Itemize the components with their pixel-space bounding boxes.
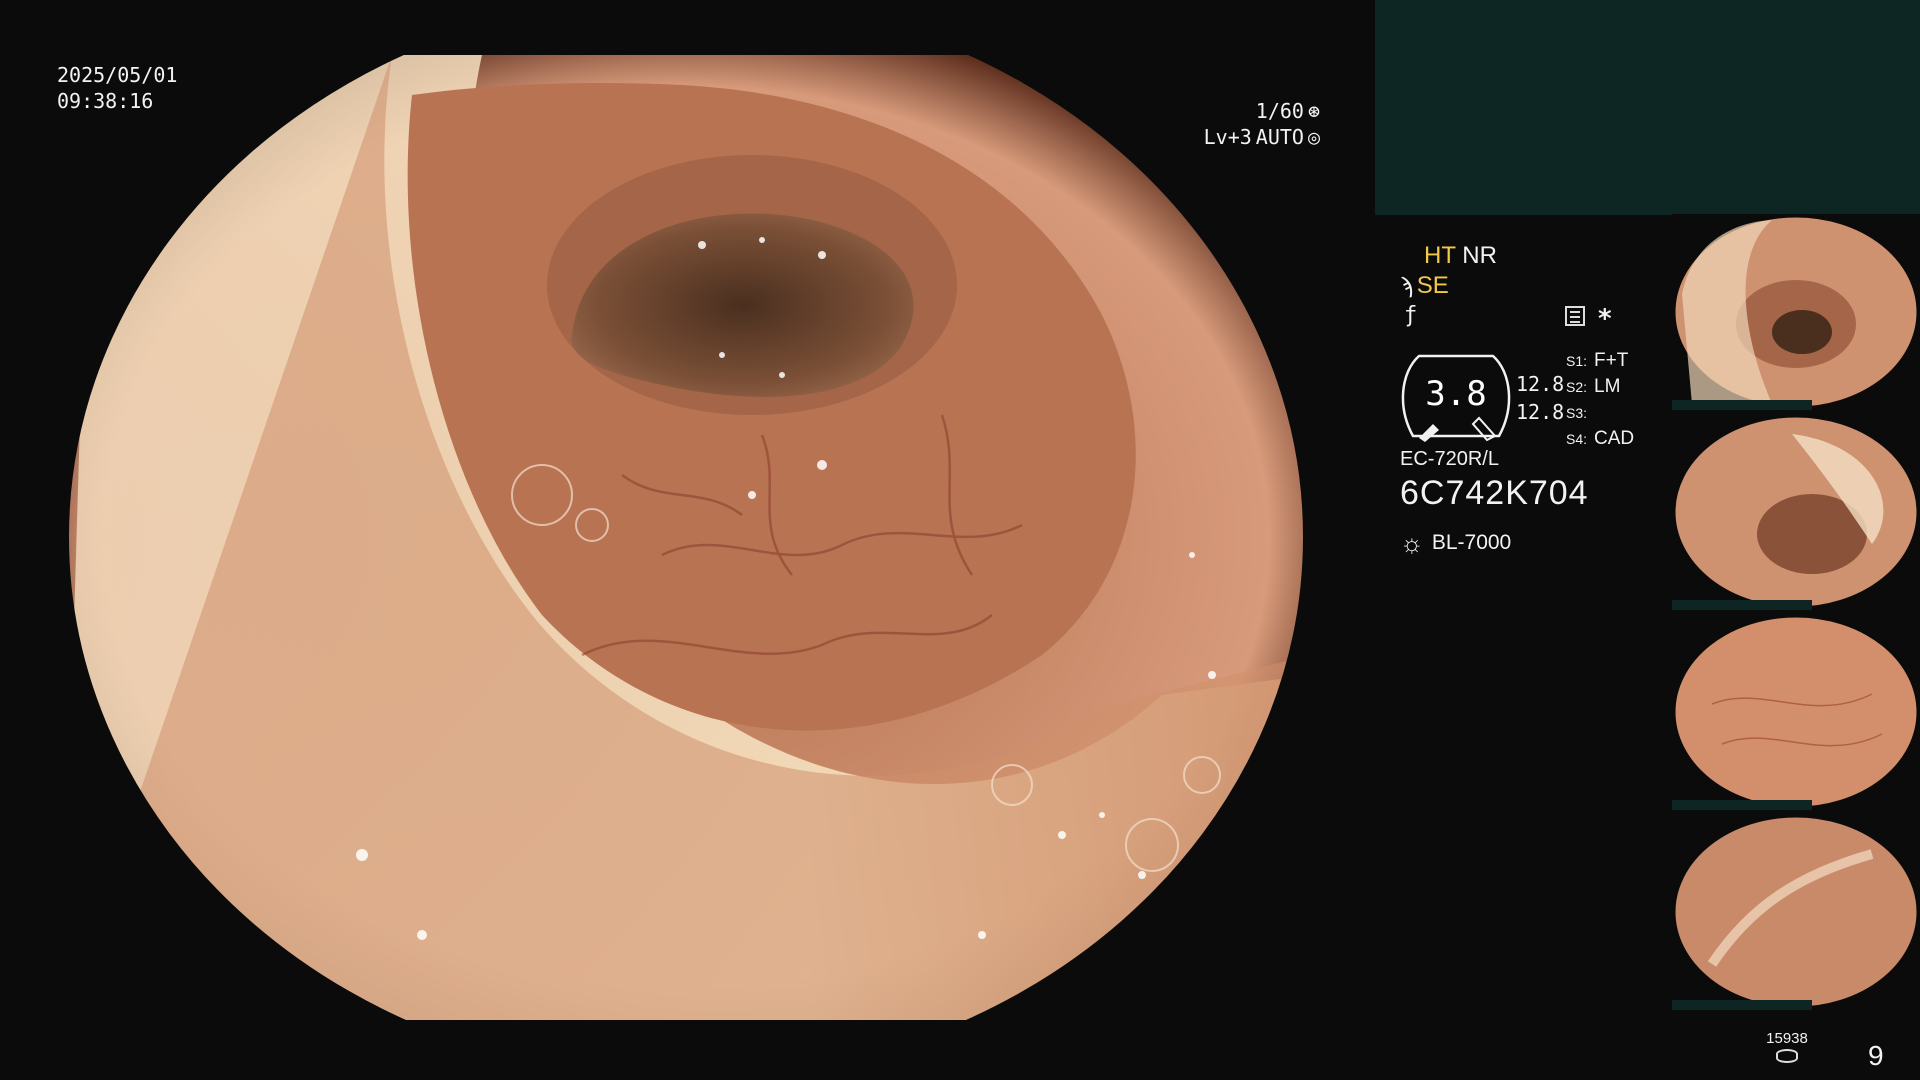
exposure-mode: AUTO (1255, 125, 1304, 149)
datetime-overlay: 2025/05/01 09:38:16 (57, 62, 177, 114)
curve-icon: ƒ (1404, 303, 1418, 328)
light-source-label: BL-7000 (1431, 531, 1512, 554)
structure-enhancement: ϡ SE (1400, 272, 1449, 300)
time-text: 09:38:16 (57, 89, 154, 113)
colon-lumen-image (63, 55, 1309, 1020)
switch-settings: S1: F+T S2: LM S3: S4: CAD (1566, 348, 1634, 452)
target-icon: ◎ (1307, 125, 1320, 149)
thumbnail-bar (1672, 800, 1812, 810)
setting-row: S1: F+T (1566, 350, 1629, 371)
thumbnail[interactable] (1672, 414, 1920, 610)
image-count: 9 (1868, 1040, 1884, 1071)
capture-thumbnails (1672, 214, 1920, 1014)
database-icon (1776, 1049, 1798, 1063)
shutter-speed: 1/60 (1255, 99, 1304, 123)
hook-icon: ϡ (1400, 273, 1413, 298)
gauge-readouts: 12.8 12.8 (1516, 370, 1564, 426)
gauge-readout-1: 12.8 (1516, 372, 1565, 396)
se-flag: SE (1416, 272, 1449, 299)
live-endoscopy-view (62, 55, 1310, 1020)
setting-row: S3: (1566, 405, 1588, 421)
gauge-value: 3.8 (1425, 374, 1487, 414)
brightness-level: Lv+3 (1203, 125, 1252, 149)
info-header-box (1375, 0, 1920, 215)
setting-row: S2: LM (1566, 376, 1621, 397)
exposure-overlay: 1/60 ⊛ Lv+3 AUTO ◎ (1190, 98, 1320, 150)
setting-row: S4: CAD (1566, 428, 1635, 449)
storage-count: 15938 (1766, 1030, 1808, 1047)
thumbnail[interactable] (1672, 614, 1920, 810)
scope-serial: 6C742K704 (1400, 474, 1589, 512)
monitor-icon (1565, 306, 1585, 326)
magnification-gauge: 3.8 (1399, 352, 1513, 442)
asterisk-indicator: * (1597, 304, 1613, 334)
gauge-readout-2: 12.8 (1516, 400, 1565, 424)
thumbnail-bar (1672, 1000, 1812, 1010)
light-source: ☼ BL-7000 (1400, 530, 1511, 556)
thumbnail[interactable] (1672, 814, 1920, 1010)
ht-flag: HT (1424, 242, 1456, 269)
processing-flags: HT NR (1424, 242, 1497, 270)
sun-icon: ☼ (1400, 528, 1424, 558)
date-text: 2025/05/01 (57, 63, 178, 87)
aperture-icon: ⊛ (1307, 99, 1320, 123)
nr-flag: NR (1462, 242, 1497, 269)
scope-model: EC-720R/L (1400, 448, 1499, 470)
thumbnail-bar (1672, 400, 1812, 410)
thumbnail-bar (1672, 600, 1812, 610)
thumbnail[interactable] (1672, 214, 1920, 410)
storage-indicator: 15938 (1762, 1030, 1812, 1063)
endoscopy-screen: 2025/05/01 09:38:16 1/60 ⊛ Lv+3 AUTO ◎ H… (0, 0, 1920, 1080)
